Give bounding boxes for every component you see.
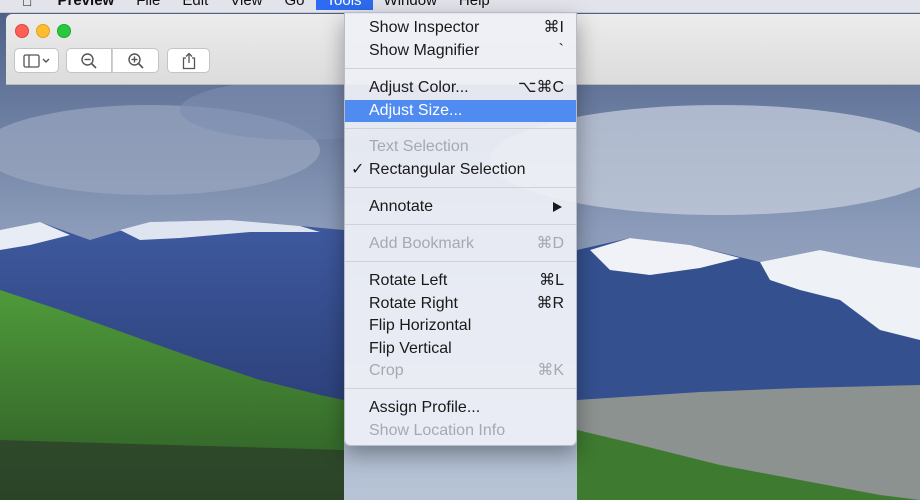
menu-separator (345, 261, 576, 262)
menu-edit[interactable]: Edit (171, 0, 219, 10)
checkmark-icon: ✓ (351, 161, 365, 178)
shortcut-label: ⌘I (543, 19, 564, 36)
menu-item-add-bookmark: Add Bookmark ⌘D (345, 233, 576, 255)
sidebar-toggle-button[interactable] (14, 48, 59, 73)
menu-tools[interactable]: Tools (315, 0, 373, 10)
shortcut-label: ⌥⌘C (518, 79, 564, 96)
shortcut-label: ⌘L (539, 272, 564, 289)
shortcut-label: ` (558, 42, 564, 59)
menu-item-text-selection: Text Selection (369, 138, 469, 155)
menu-separator (345, 128, 576, 129)
zoom-out-icon (81, 52, 97, 69)
shortcut-label: ⌘K (537, 362, 564, 379)
close-window-button[interactable] (15, 24, 29, 38)
menu-item-rectangular-selection[interactable]: ✓ Rectangular Selection (345, 159, 576, 181)
menu-file[interactable]: File (125, 0, 171, 10)
zoom-in-icon (127, 52, 144, 69)
menu-help[interactable]: Help (448, 0, 501, 10)
menu-item-show-inspector[interactable]: Show Inspector ⌘I (345, 17, 576, 39)
tools-menu: Show Inspector ⌘I Show Magnifier ` Adjus… (344, 12, 577, 446)
menu-separator (345, 224, 576, 225)
menu-separator (345, 68, 576, 69)
menu-item-rotate-left[interactable]: Rotate Left ⌘L (345, 270, 576, 292)
shortcut-label: ⌘R (536, 295, 564, 312)
zoom-window-button[interactable] (57, 24, 71, 38)
menu-go[interactable]: Go (274, 0, 316, 10)
menu-item-show-magnifier[interactable]: Show Magnifier ` (345, 40, 576, 62)
apple-menu[interactable]:  (0, 0, 47, 10)
menu-item-flip-horizontal[interactable]: Flip Horizontal (345, 315, 576, 337)
menu-window[interactable]: Window (373, 0, 448, 10)
shortcut-label: ⌘D (536, 235, 564, 252)
sidebar-icon (22, 53, 49, 68)
submenu-arrow-icon (553, 202, 562, 212)
zoom-out-button[interactable] (66, 48, 112, 73)
menu-item-annotate[interactable]: Annotate (345, 196, 576, 218)
menu-item-assign-profile[interactable]: Assign Profile... (345, 397, 576, 419)
menu-view[interactable]: View (219, 0, 273, 10)
minimize-window-button[interactable] (36, 24, 50, 38)
menu-item-adjust-color[interactable]: Adjust Color... ⌥⌘C (345, 77, 576, 99)
share-button[interactable] (167, 48, 210, 73)
app-menu-preview[interactable]: Preview (47, 0, 126, 10)
menu-item-flip-vertical[interactable]: Flip Vertical (345, 338, 576, 360)
menu-item-show-location-info: Show Location Info (369, 422, 506, 439)
menu-separator (345, 388, 576, 389)
zoom-in-button[interactable] (112, 48, 159, 73)
menu-separator (345, 187, 576, 188)
menu-item-crop: Crop ⌘K (345, 360, 576, 382)
menu-item-rotate-right[interactable]: Rotate Right ⌘R (345, 293, 576, 315)
share-icon (182, 52, 195, 69)
menu-item-adjust-size[interactable]: Adjust Size... (345, 100, 576, 122)
